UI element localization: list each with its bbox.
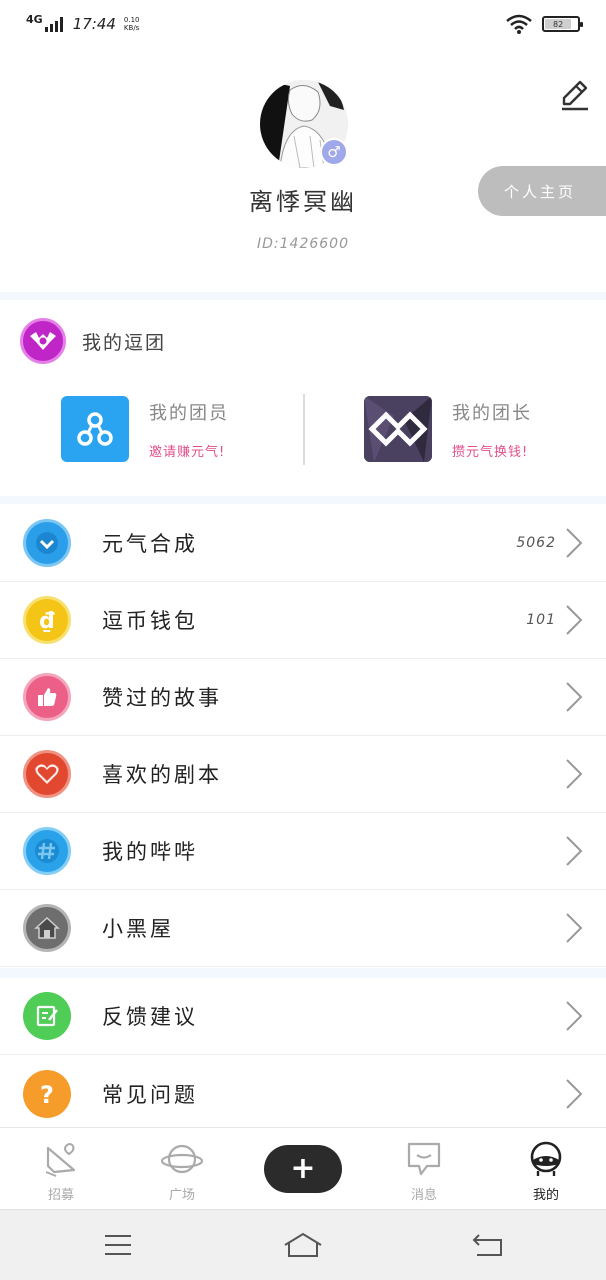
- menu-lines-icon: [105, 1235, 131, 1255]
- tab-messages[interactable]: 消息: [384, 1136, 464, 1203]
- planet-icon: [160, 1144, 204, 1174]
- menu-value: 5062: [516, 535, 556, 551]
- team-members-card[interactable]: 我的团员 邀请赚元气!: [61, 396, 229, 462]
- svg-text:₫: ₫: [39, 609, 55, 634]
- chevron-right-icon: [566, 1078, 583, 1109]
- chevron-right-icon: [566, 836, 583, 866]
- chevron-right-icon: [566, 759, 583, 789]
- tab-recruit[interactable]: 招募: [21, 1136, 101, 1203]
- message-icon: [407, 1142, 441, 1176]
- gender-male-badge: ♂: [320, 138, 348, 166]
- team-members-subtitle: 邀请赚元气!: [149, 444, 226, 460]
- chevron-right-icon: [566, 605, 583, 635]
- team-leader-card[interactable]: 我的团长 攒元气换钱!: [364, 396, 532, 462]
- menu-item-feedback[interactable]: 反馈建议: [0, 978, 606, 1055]
- heart-icon: [23, 750, 71, 798]
- signal-icon: [44, 16, 63, 32]
- network-type: 4G: [26, 12, 43, 26]
- recruit-icon: [45, 1143, 76, 1177]
- create-button[interactable]: +: [264, 1145, 342, 1193]
- feedback-icon: [23, 992, 71, 1040]
- team-divider: [303, 394, 305, 465]
- pencil-icon: [562, 80, 588, 111]
- menu-label: 赞过的故事: [102, 686, 222, 710]
- menu-item-my-bibi[interactable]: 我的哔哔: [0, 813, 606, 890]
- svg-text:?: ?: [40, 1081, 54, 1108]
- section-divider: [0, 292, 606, 300]
- tab-profile[interactable]: 我的: [506, 1136, 586, 1203]
- heart-shield-icon: [23, 519, 71, 567]
- menu-label: 小黑屋: [102, 917, 174, 941]
- personal-homepage-button[interactable]: 个人主页: [478, 166, 606, 216]
- menu-item-blacklist[interactable]: 小黑屋: [0, 890, 606, 967]
- team-members-title: 我的团员: [149, 402, 229, 424]
- wifi-icon: [506, 14, 532, 34]
- section-divider: [0, 496, 606, 504]
- team-members-icon: [61, 396, 129, 462]
- coin-icon: ₫: [23, 596, 71, 644]
- home-button[interactable]: [283, 1228, 323, 1262]
- team-header[interactable]: 我的逗团: [20, 318, 166, 364]
- section-divider: [0, 968, 606, 978]
- hashtag-icon: [23, 827, 71, 875]
- edit-profile-button[interactable]: [558, 78, 592, 112]
- menu-label: 逗币钱包: [102, 609, 198, 633]
- chevron-right-icon: [566, 528, 583, 558]
- tab-label: 我的: [532, 1188, 559, 1203]
- tab-label: 广场: [168, 1188, 195, 1203]
- battery-icon: 82: [542, 16, 583, 32]
- home-icon: [284, 1232, 322, 1257]
- battery-level: 82: [545, 19, 572, 29]
- avatar-wrapper[interactable]: ♂: [260, 80, 348, 168]
- chevron-right-icon: [566, 913, 583, 943]
- thumbs-up-icon: [23, 673, 71, 721]
- menu-label: 反馈建议: [102, 1005, 198, 1029]
- team-badge-icon: [20, 318, 66, 364]
- menu-label: 元气合成: [102, 532, 198, 556]
- menu-item-liked-scripts[interactable]: 喜欢的剧本: [0, 736, 606, 813]
- menu-label: 我的哔哔: [102, 840, 198, 864]
- clock: 17:44: [72, 15, 116, 33]
- tab-square[interactable]: 广场: [142, 1136, 222, 1203]
- menu-label: 常见问题: [102, 1082, 198, 1107]
- chevron-right-icon: [566, 682, 583, 712]
- plus-icon: +: [290, 1151, 316, 1186]
- network-speed: 0.10 KB/s: [123, 16, 140, 32]
- menu-button[interactable]: [98, 1228, 138, 1262]
- tab-label: 招募: [47, 1188, 74, 1203]
- menu-item-faq[interactable]: ? 常见问题: [0, 1055, 606, 1132]
- menu-item-liked-stories[interactable]: 赞过的故事: [0, 659, 606, 736]
- chevron-right-icon: [566, 1001, 583, 1031]
- user-id: ID:1426600: [257, 236, 349, 252]
- profile-icon: [530, 1141, 562, 1176]
- menu-item-energy-synthesis[interactable]: 元气合成 5062: [0, 505, 606, 582]
- tab-label: 消息: [410, 1188, 437, 1203]
- question-icon: ?: [23, 1069, 71, 1118]
- menu-item-coin-wallet[interactable]: ₫ 逗币钱包 101: [0, 582, 606, 659]
- team-leader-icon: [364, 396, 432, 462]
- bottom-tab-bar: 招募 广场 + 消息 我的: [0, 1127, 606, 1209]
- team-leader-title: 我的团长: [452, 402, 532, 424]
- back-icon: [472, 1234, 502, 1256]
- team-title: 我的逗团: [82, 331, 167, 354]
- team-leader-subtitle: 攒元气换钱!: [452, 444, 529, 460]
- menu-label: 喜欢的剧本: [102, 763, 222, 787]
- back-button[interactable]: [468, 1228, 508, 1262]
- system-nav-bar: [0, 1209, 606, 1280]
- menu-value: 101: [526, 612, 556, 628]
- house-icon: [23, 904, 71, 952]
- status-bar: 4G 17:44 0.10 KB/s 82: [0, 0, 606, 48]
